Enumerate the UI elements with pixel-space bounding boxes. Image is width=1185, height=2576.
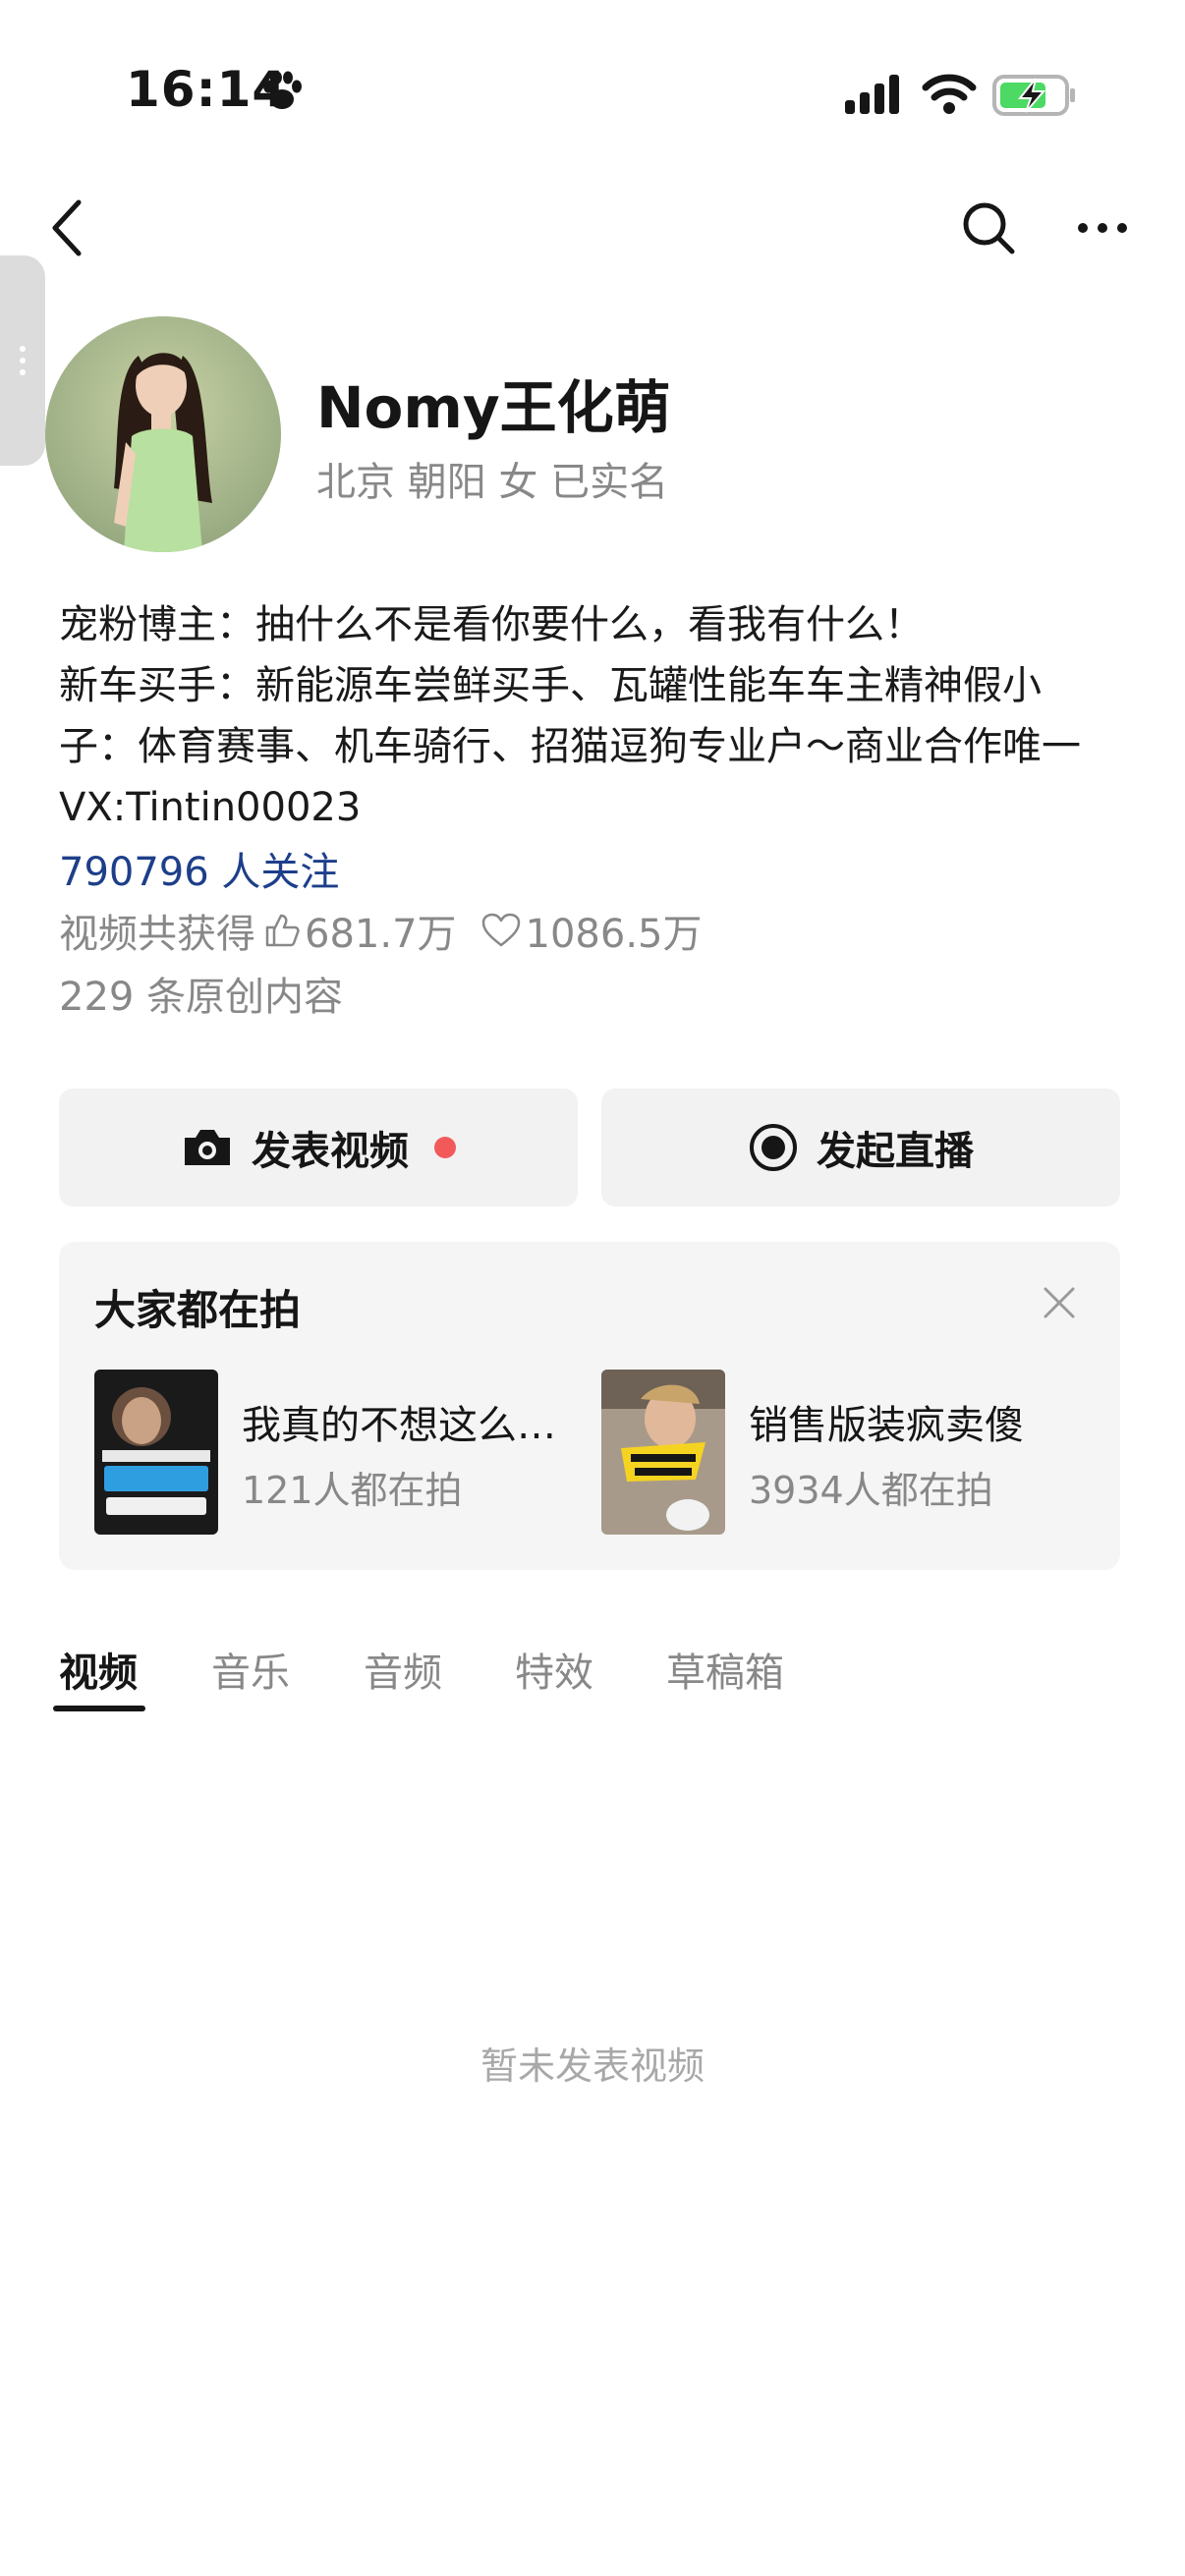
profile-meta: 北京 朝阳 女 已实名 bbox=[316, 460, 669, 505]
favorites-count: 1086.5万 bbox=[525, 912, 703, 957]
search-icon[interactable] bbox=[961, 200, 1016, 255]
tab-music[interactable]: 音乐 bbox=[211, 1641, 290, 1698]
tab-audio[interactable]: 音频 bbox=[364, 1641, 442, 1698]
paw-icon bbox=[263, 71, 302, 109]
empty-state-text: 暂未发表视频 bbox=[480, 2044, 705, 2088]
cellular-signal-icon bbox=[845, 75, 899, 114]
bio-line: 宠粉博主：抽什么不是看你要什么，看我有什么！ bbox=[59, 602, 924, 647]
trend-item-count: 121人都在拍 bbox=[242, 1469, 463, 1512]
profile-name: Nomy王化萌 bbox=[316, 374, 671, 441]
thumbs-up-icon bbox=[265, 914, 300, 947]
likes-count: 681.7万 bbox=[305, 912, 457, 957]
tab-videos[interactable]: 视频 bbox=[59, 1641, 138, 1698]
followers-link[interactable]: 790796 人关注 bbox=[59, 840, 339, 897]
tab-drafts[interactable]: 草稿箱 bbox=[666, 1641, 784, 1698]
heart-icon bbox=[481, 913, 520, 947]
active-tab-indicator bbox=[53, 1706, 145, 1711]
bio-line: 新车买手：新能源车尝鲜买手、瓦罐性能车车主精神假小 bbox=[59, 663, 1042, 708]
battery-charging-icon bbox=[992, 75, 1075, 116]
trend-thumbnail[interactable] bbox=[601, 1370, 725, 1535]
back-arrow-icon[interactable] bbox=[43, 196, 92, 259]
camera-icon bbox=[185, 1130, 230, 1165]
video-stats: 视频共获得 681.7万 1086.5万 bbox=[59, 902, 702, 959]
bio-line: 子：体育赛事、机车骑行、招猫逗狗专业户～商业合作唯一 bbox=[59, 724, 1081, 769]
new-badge-dot bbox=[434, 1137, 456, 1158]
wifi-icon bbox=[922, 74, 977, 114]
trending-card: 大家都在拍 我真的不想这么… 121人都在拍 销售版装疯卖傻 3934人都在拍 bbox=[59, 1242, 1120, 1570]
original-content-count: 229 条原创内容 bbox=[59, 975, 344, 1020]
stats-prefix: 视频共获得 bbox=[59, 912, 255, 957]
trend-item-title[interactable]: 销售版装疯卖傻 bbox=[749, 1393, 1024, 1450]
trend-item-title[interactable]: 我真的不想这么… bbox=[242, 1393, 556, 1450]
avatar[interactable] bbox=[45, 316, 281, 552]
trend-item-count: 3934人都在拍 bbox=[749, 1469, 993, 1512]
profile-bio: 宠粉博主：抽什么不是看你要什么，看我有什么！ 新车买手：新能源车尝鲜买手、瓦罐性… bbox=[59, 594, 1140, 838]
more-icon[interactable] bbox=[1077, 214, 1128, 242]
bio-line: VX:Tintin00023 bbox=[59, 785, 362, 830]
trending-title: 大家都在拍 bbox=[94, 1286, 302, 1334]
close-icon[interactable] bbox=[1042, 1285, 1077, 1320]
post-video-button[interactable]: 发表视频 bbox=[59, 1089, 578, 1206]
start-live-button[interactable]: 发起直播 bbox=[601, 1089, 1120, 1206]
start-live-label: 发起直播 bbox=[817, 1129, 974, 1174]
post-video-label: 发表视频 bbox=[252, 1129, 409, 1174]
live-record-icon bbox=[750, 1124, 797, 1171]
side-drawer-handle[interactable] bbox=[0, 255, 45, 466]
tab-effects[interactable]: 特效 bbox=[515, 1641, 593, 1698]
trend-thumbnail[interactable] bbox=[94, 1370, 218, 1535]
